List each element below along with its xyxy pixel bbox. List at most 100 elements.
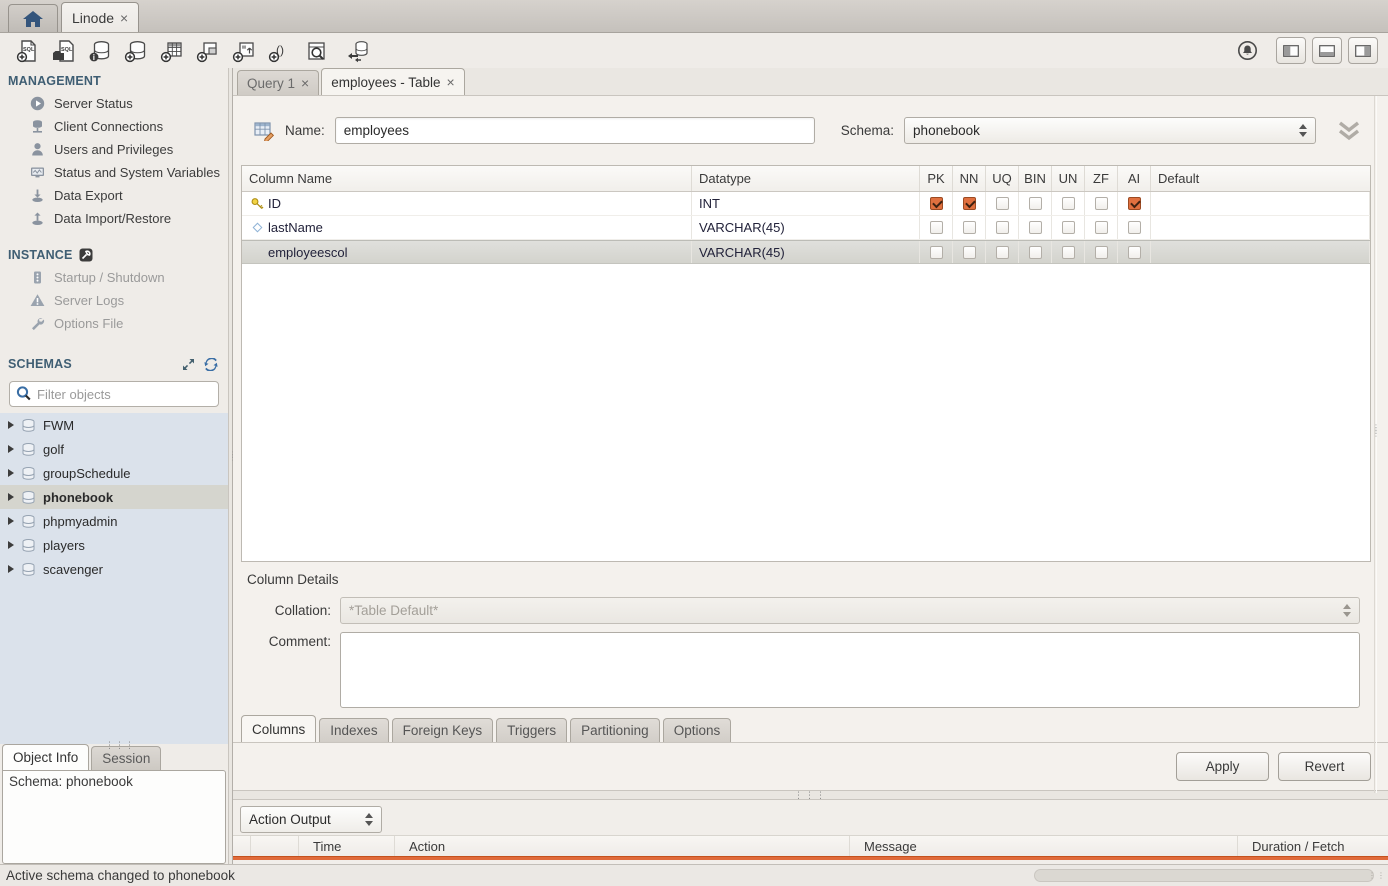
- connection-tab[interactable]: Linode ×: [61, 2, 139, 32]
- horizontal-scrollbar[interactable]: [1034, 869, 1374, 882]
- bin-checkbox[interactable]: [1029, 221, 1042, 234]
- header-nn[interactable]: NN: [953, 166, 986, 191]
- header-zf[interactable]: ZF: [1085, 166, 1118, 191]
- zf-checkbox[interactable]: [1095, 221, 1108, 234]
- reconnect-dbms-button[interactable]: [340, 36, 376, 66]
- filter-objects-input[interactable]: [9, 381, 219, 407]
- sidebar-item-server-logs[interactable]: Server Logs: [0, 289, 228, 312]
- sidebar-item-client-connections[interactable]: Client Connections: [0, 115, 228, 138]
- expander-icon[interactable]: [8, 421, 14, 429]
- output-splitter[interactable]: ⋮⋮⋮: [233, 790, 1388, 800]
- collation-select[interactable]: *Table Default*: [340, 597, 1360, 624]
- sidebar-item-options-file[interactable]: Options File: [0, 312, 228, 335]
- header-datatype[interactable]: Datatype: [692, 166, 920, 191]
- header-bin[interactable]: BIN: [1019, 166, 1052, 191]
- pk-checkbox[interactable]: [930, 197, 943, 210]
- column-row-id[interactable]: ID INT: [242, 192, 1370, 216]
- expander-icon[interactable]: [8, 493, 14, 501]
- ai-checkbox[interactable]: [1128, 221, 1141, 234]
- pk-checkbox[interactable]: [930, 221, 943, 234]
- tab-query-1-close-icon[interactable]: ×: [301, 76, 309, 90]
- sidebar-item-data-export[interactable]: Data Export: [0, 184, 228, 207]
- notifications-button[interactable]: [1232, 36, 1262, 66]
- expander-icon[interactable]: [8, 541, 14, 549]
- cell-default[interactable]: [1151, 241, 1370, 263]
- resize-grip-icon[interactable]: ⋮⋮: [1368, 871, 1386, 880]
- expander-icon[interactable]: [8, 445, 14, 453]
- open-sql-file-button[interactable]: SQL: [46, 36, 82, 66]
- tab-triggers[interactable]: Triggers: [496, 718, 567, 742]
- expander-icon[interactable]: [8, 517, 14, 525]
- search-table-data-button[interactable]: [298, 36, 334, 66]
- schema-select[interactable]: phonebook: [904, 117, 1316, 144]
- cell-default[interactable]: [1151, 192, 1370, 215]
- schema-row-phonebook[interactable]: phonebook: [0, 485, 228, 509]
- grid-empty-area[interactable]: [242, 264, 1370, 561]
- tab-employees-table[interactable]: employees - Table ×: [321, 68, 465, 95]
- header-pk[interactable]: PK: [920, 166, 953, 191]
- sidebar-item-server-status[interactable]: Server Status: [0, 92, 228, 115]
- tab-columns[interactable]: Columns: [241, 715, 316, 742]
- tab-object-info[interactable]: Object Info: [2, 744, 89, 770]
- header-ai[interactable]: AI: [1118, 166, 1151, 191]
- bin-checkbox[interactable]: [1029, 246, 1042, 259]
- expand-form-chevron-icon[interactable]: [1336, 120, 1362, 142]
- create-procedure-button[interactable]: [226, 36, 262, 66]
- create-schema-button[interactable]: [118, 36, 154, 66]
- toggle-right-panel-button[interactable]: [1348, 37, 1378, 64]
- header-uq[interactable]: UQ: [986, 166, 1019, 191]
- zf-checkbox[interactable]: [1095, 197, 1108, 210]
- tab-options[interactable]: Options: [663, 718, 732, 742]
- output-header-status[interactable]: [233, 836, 251, 856]
- nn-checkbox[interactable]: [963, 197, 976, 210]
- pk-checkbox[interactable]: [930, 246, 943, 259]
- header-un[interactable]: UN: [1052, 166, 1085, 191]
- new-query-button[interactable]: SQL: [10, 36, 46, 66]
- toggle-left-panel-button[interactable]: [1276, 37, 1306, 64]
- output-header-action[interactable]: Action: [395, 836, 850, 856]
- create-function-button[interactable]: (): [262, 36, 298, 66]
- tab-indexes[interactable]: Indexes: [319, 718, 388, 742]
- connection-tab-close-icon[interactable]: ×: [120, 11, 128, 25]
- sidebar-item-data-import[interactable]: Data Import/Restore: [0, 207, 228, 230]
- refresh-schemas-icon[interactable]: [204, 358, 218, 371]
- schema-inspector-button[interactable]: i: [82, 36, 118, 66]
- tab-partitioning[interactable]: Partitioning: [570, 718, 660, 742]
- bin-checkbox[interactable]: [1029, 197, 1042, 210]
- apply-button[interactable]: Apply: [1176, 752, 1269, 781]
- un-checkbox[interactable]: [1062, 221, 1075, 234]
- ai-checkbox[interactable]: [1128, 246, 1141, 259]
- uq-checkbox[interactable]: [996, 246, 1009, 259]
- uq-checkbox[interactable]: [996, 221, 1009, 234]
- uq-checkbox[interactable]: [996, 197, 1009, 210]
- output-header-time[interactable]: Time: [299, 836, 395, 856]
- output-header-message[interactable]: Message: [850, 836, 1238, 856]
- header-column-name[interactable]: Column Name: [242, 166, 692, 191]
- sidebar-item-status-system-variables[interactable]: Status and System Variables: [0, 161, 228, 184]
- toggle-bottom-panel-button[interactable]: [1312, 37, 1342, 64]
- comment-textarea[interactable]: [340, 632, 1360, 708]
- sidebar-item-startup-shutdown[interactable]: Startup / Shutdown: [0, 266, 228, 289]
- nn-checkbox[interactable]: [963, 246, 976, 259]
- expander-icon[interactable]: [8, 469, 14, 477]
- tab-employees-table-close-icon[interactable]: ×: [447, 75, 455, 89]
- cell-default[interactable]: [1151, 216, 1370, 239]
- home-tab[interactable]: [8, 4, 58, 32]
- un-checkbox[interactable]: [1062, 197, 1075, 210]
- create-view-button[interactable]: [190, 36, 226, 66]
- schema-row-golf[interactable]: golf: [0, 437, 228, 461]
- schema-row-fwm[interactable]: FWM: [0, 413, 228, 437]
- expander-icon[interactable]: [8, 565, 14, 573]
- schema-row-scavenger[interactable]: scavenger: [0, 557, 228, 581]
- sidebar-splitter-grip[interactable]: ⋮⋮⋮: [105, 740, 135, 751]
- output-header-duration[interactable]: Duration / Fetch: [1238, 836, 1388, 856]
- sidebar-item-users-privileges[interactable]: Users and Privileges: [0, 138, 228, 161]
- ai-checkbox[interactable]: [1128, 197, 1141, 210]
- schema-row-groupschedule[interactable]: groupSchedule: [0, 461, 228, 485]
- zf-checkbox[interactable]: [1095, 246, 1108, 259]
- expand-schemas-icon[interactable]: [182, 358, 195, 371]
- revert-button[interactable]: Revert: [1278, 752, 1371, 781]
- tab-foreign-keys[interactable]: Foreign Keys: [392, 718, 494, 742]
- column-row-employeescol[interactable]: employeescol VARCHAR(45): [242, 240, 1370, 264]
- output-type-select[interactable]: Action Output: [240, 806, 382, 833]
